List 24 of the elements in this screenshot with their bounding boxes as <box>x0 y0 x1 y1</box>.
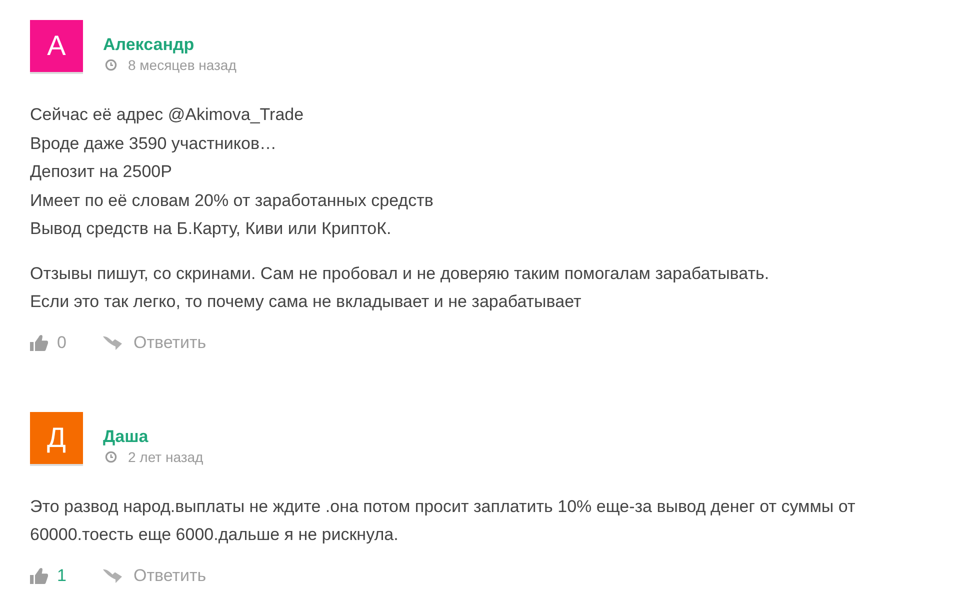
thumbs-up-icon[interactable] <box>30 334 48 350</box>
like-count: 1 <box>57 566 66 586</box>
avatar: А <box>30 20 83 74</box>
author-name[interactable]: Даша <box>103 426 204 446</box>
like-count: 0 <box>57 332 66 352</box>
reply-link[interactable]: Ответить <box>103 332 206 352</box>
thumbs-up-icon[interactable] <box>30 568 48 584</box>
comment-text: Имеет по её словам 20% от заработанных средств <box>30 190 434 212</box>
author-name[interactable]: Александр <box>103 35 236 55</box>
comment-time: 8 месяцев назад <box>128 57 236 73</box>
comment-text: Вроде даже 3590 участников… <box>30 132 278 154</box>
reply-arrow-icon <box>103 335 122 350</box>
comment-text: Отзывы пишут, со скринами. Сам не пробовал и не доверяю таким помогалам зарабатывать. <box>30 262 770 284</box>
comment-text: Если это так легко, то почему сама не вкладывает и не зарабатывает <box>30 291 582 313</box>
avatar: Д <box>30 412 83 466</box>
clock-icon <box>105 450 117 462</box>
comment-time: 2 лет назад <box>128 448 204 464</box>
clock-icon <box>105 59 117 71</box>
comment-text: Это развод народ.выплаты не ждите .она потом просит заплатить 10% еще-за вывод денег от суммы от 60000.тоесть еще 6000.дальше я не рискнула. <box>30 496 856 546</box>
reply-arrow-icon <box>103 568 122 583</box>
reply-link[interactable]: Ответить <box>103 566 206 586</box>
comment-text: Вывод средств на Б.Карту, Киви или КриптоК. <box>30 218 392 240</box>
comment-text: Сейчас её адрес @Akimova_Trade <box>30 104 305 126</box>
comment-text: Депозит на 2500Р <box>30 161 173 183</box>
